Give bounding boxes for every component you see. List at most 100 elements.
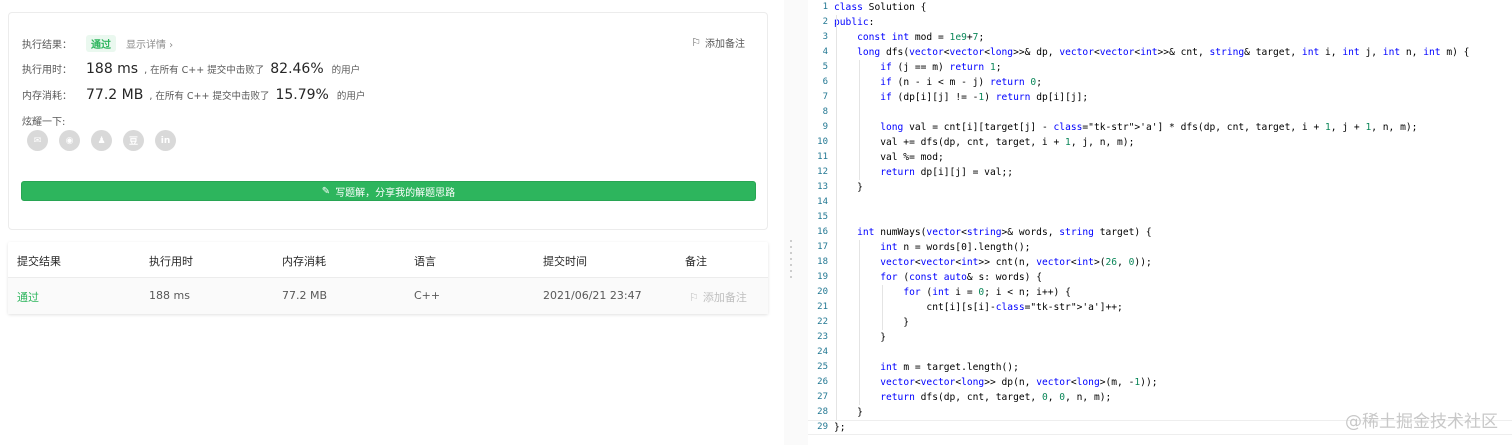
code-line[interactable]: for (const auto& s: words) { — [834, 270, 1469, 285]
line-number: 24 — [817, 347, 828, 357]
memory-suffix: 的用户 — [336, 91, 366, 102]
code-line[interactable]: vector<vector<int>> cnt(n, vector<int>(2… — [834, 255, 1469, 270]
line-number-gutter: 1 2 3 4 5 6 7 8 9 10 11 12 13 14 15 16 17 18 19 20 21 22 23 24 2… — [808, 0, 828, 435]
wechat-icon[interactable]: ✉ — [27, 130, 48, 151]
code-line[interactable]: vector<vector<long>> dp(n, vector<long>(… — [834, 375, 1469, 390]
memory-value: 77.2 MB — [86, 87, 144, 103]
resize-handle[interactable] — [790, 240, 792, 278]
code-line[interactable]: if (n - i < m - j) return 0; — [834, 75, 1469, 90]
indent-guide — [882, 285, 883, 330]
table-header-row: 提交结果 执行用时 内存消耗 语言 提交时间 备注 — [8, 242, 768, 278]
indent-guide — [859, 240, 860, 405]
runtime-suffix: 的用户 — [331, 65, 361, 76]
line-number: 26 — [817, 377, 828, 387]
line-number: 11 — [817, 152, 828, 162]
submissions-table: 提交结果 执行用时 内存消耗 语言 提交时间 备注 通过 188 ms 77.2… — [8, 242, 768, 314]
code-line[interactable]: val += dfs(dp, cnt, target, i + 1, j, n,… — [834, 135, 1469, 150]
row-language: C++ — [414, 289, 441, 302]
code-line[interactable]: } — [834, 180, 1469, 195]
share-row: 炫耀一下: — [22, 113, 65, 128]
line-number: 9 — [822, 122, 828, 132]
header-time: 提交时间 — [543, 255, 587, 268]
code-line[interactable]: public: — [834, 15, 1469, 30]
code-line[interactable]: } — [834, 315, 1469, 330]
code-line[interactable]: } — [834, 330, 1469, 345]
weibo-icon[interactable]: ◉ — [59, 130, 80, 151]
line-number: 25 — [817, 362, 828, 372]
code-line[interactable]: int n = words[0].length(); — [834, 240, 1469, 255]
pencil-icon: ✎ — [321, 185, 331, 197]
line-number: 20 — [817, 287, 828, 297]
line-number: 18 — [817, 257, 828, 267]
code-line[interactable]: long dfs(vector<vector<long>>& dp, vecto… — [834, 45, 1469, 60]
row-result[interactable]: 通过 — [17, 289, 39, 305]
line-number: 12 — [817, 167, 828, 177]
add-note-label: 添加备注 — [705, 39, 745, 50]
code-line[interactable]: long val = cnt[i][target[j] - class="tk-… — [834, 120, 1469, 135]
code-line[interactable] — [834, 105, 1469, 120]
code-line[interactable] — [834, 210, 1469, 225]
line-number: 13 — [817, 182, 828, 192]
line-number: 15 — [817, 212, 828, 222]
line-number: 6 — [822, 77, 828, 87]
result-panel: 执行结果： 通过 显示详情 › ⚐ 添加备注 执行用时： 188 ms , 在所… — [0, 0, 784, 445]
header-runtime: 执行用时 — [149, 255, 193, 268]
code-area[interactable]: class Solution {public: const int mod = … — [834, 0, 1469, 435]
share-label: 炫耀一下: — [22, 117, 66, 128]
show-details-link[interactable]: 显示详情 › — [126, 36, 173, 51]
write-solution-button[interactable]: ✎ 写题解，分享我的解题思路 — [21, 181, 756, 201]
line-number: 21 — [817, 302, 828, 312]
code-line[interactable]: const int mod = 1e9+7; — [834, 30, 1469, 45]
result-label: 执行结果： — [22, 40, 72, 51]
code-line[interactable]: int m = target.length(); — [834, 360, 1469, 375]
linkedin-icon[interactable]: in — [155, 130, 176, 151]
watermark: @稀土掘金技术社区 — [1345, 412, 1498, 432]
code-line[interactable]: val %= mod; — [834, 150, 1469, 165]
runtime-label: 执行用时： — [22, 65, 72, 76]
result-card: 执行结果： 通过 显示详情 › ⚐ 添加备注 执行用时： 188 ms , 在所… — [8, 12, 768, 230]
line-number: 2 — [822, 17, 828, 27]
line-number: 16 — [817, 227, 828, 237]
row-memory: 77.2 MB — [282, 289, 328, 302]
code-line[interactable]: class Solution { — [834, 0, 1469, 15]
line-number: 23 — [817, 332, 828, 342]
header-memory: 内存消耗 — [282, 255, 326, 268]
line-number: 10 — [817, 137, 828, 147]
row-time: 2021/06/21 23:47 — [543, 289, 642, 302]
row-runtime: 188 ms — [149, 289, 190, 302]
code-line[interactable]: for (int i = 0; i < n; i++) { — [834, 285, 1469, 300]
code-line[interactable]: if (j == m) return 1; — [834, 60, 1469, 75]
header-result: 提交结果 — [17, 255, 61, 268]
write-solution-label: 写题解，分享我的解题思路 — [335, 187, 456, 199]
line-number: 5 — [822, 62, 828, 72]
line-number: 7 — [822, 92, 828, 102]
code-editor[interactable]: 1 2 3 4 5 6 7 8 9 10 11 12 13 14 15 16 17 18 19 20 21 22 23 24 2… — [808, 0, 1512, 445]
code-line[interactable]: if (dp[i][j] != -1) return dp[i][j]; — [834, 90, 1469, 105]
table-row[interactable]: 通过 188 ms 77.2 MB C++ 2021/06/21 23:47 ⚐… — [8, 278, 768, 314]
flag-icon: ⚐ — [691, 36, 701, 49]
line-number: 27 — [817, 392, 828, 402]
add-note-button[interactable]: ⚐ 添加备注 — [691, 35, 745, 50]
flag-icon: ⚐ — [689, 290, 699, 304]
code-line[interactable] — [834, 195, 1469, 210]
runtime-percent: 82.46% — [270, 61, 324, 77]
line-number: 17 — [817, 242, 828, 252]
indent-guide — [859, 60, 860, 180]
qq-icon[interactable]: ♟ — [91, 130, 112, 151]
status-badge: 通过 — [86, 35, 116, 52]
douban-icon[interactable]: 豆 — [123, 130, 144, 151]
code-line[interactable]: int numWays(vector<string>& words, strin… — [834, 225, 1469, 240]
memory-label: 内存消耗： — [22, 91, 72, 102]
code-line[interactable] — [834, 345, 1469, 360]
share-icons: ✉ ◉ ♟ 豆 in — [27, 130, 176, 151]
pane-divider[interactable] — [784, 0, 808, 445]
line-number: 29 — [817, 422, 828, 432]
row-add-note[interactable]: ⚐ 添加备注 — [689, 289, 747, 305]
runtime-row: 执行用时： 188 ms , 在所有 C++ 提交中击败了 82.46% 的用户 — [22, 61, 360, 77]
code-line[interactable]: return dp[i][j] = val;; — [834, 165, 1469, 180]
line-number: 4 — [822, 47, 828, 57]
line-number: 1 — [822, 2, 828, 12]
line-number: 19 — [817, 272, 828, 282]
code-line[interactable]: return dfs(dp, cnt, target, 0, 0, n, m); — [834, 390, 1469, 405]
code-line[interactable]: cnt[i][s[i]-class="tk-str">'a']++; — [834, 300, 1469, 315]
